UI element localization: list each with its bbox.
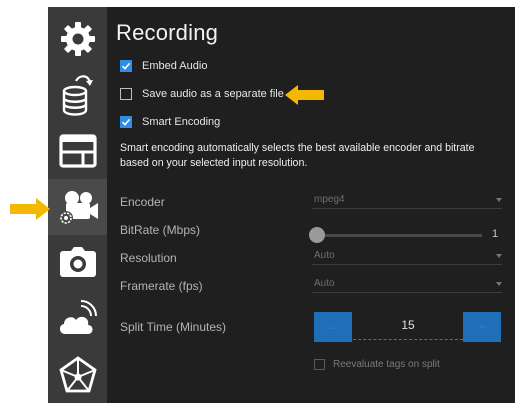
bitrate-slider-track[interactable] [312, 234, 482, 237]
layout-window-icon [58, 134, 97, 168]
smart-encoding-checkbox[interactable]: Smart Encoding [120, 116, 220, 128]
network-pentagon-icon [58, 356, 97, 393]
gear-icon [60, 22, 95, 56]
checkbox-checked-icon [120, 60, 132, 72]
encoder-value: mpeg4 [314, 194, 345, 205]
sidebar-item-cloud[interactable] [48, 291, 107, 347]
smart-encoding-description: Smart encoding automatically selects the… [120, 142, 475, 169]
sidebar [48, 7, 107, 403]
sidebar-item-storage[interactable] [48, 67, 107, 123]
reevaluate-tags-checkbox[interactable]: Reevaluate tags on split [314, 359, 440, 370]
database-upload-icon [62, 75, 93, 116]
sidebar-item-recording[interactable] [48, 179, 107, 235]
resolution-label: Resolution [120, 251, 177, 265]
split-time-label: Split Time (Minutes) [120, 320, 227, 334]
embed-audio-label: Embed Audio [142, 60, 208, 72]
page-title: Recording [116, 20, 219, 45]
camera-icon [59, 247, 96, 277]
chevron-down-icon [496, 254, 502, 258]
embed-audio-checkbox[interactable]: Embed Audio [120, 60, 207, 72]
reevaluate-tags-label: Reevaluate tags on split [333, 359, 440, 370]
sidebar-item-settings[interactable] [48, 11, 107, 67]
split-time-value[interactable]: 15 [353, 318, 463, 340]
annotation-arrow-left-icon [285, 85, 324, 105]
split-time-decrement-button[interactable]: – [314, 312, 352, 342]
smart-encoding-label: Smart Encoding [142, 116, 221, 128]
chevron-down-icon [496, 282, 502, 286]
recording-settings-panel: Recording Embed Audio Save audio as a se… [107, 7, 515, 403]
encoder-label: Encoder [120, 195, 165, 209]
video-camera-settings-icon [58, 191, 98, 225]
checkbox-checked-icon [120, 116, 132, 128]
settings-window: Recording Embed Audio Save audio as a se… [48, 7, 515, 403]
bitrate-label: BitRate (Mbps) [120, 223, 201, 237]
sidebar-item-snapshot[interactable] [48, 235, 107, 291]
resolution-value: Auto [314, 250, 335, 261]
split-time-increment-button[interactable]: + [463, 312, 501, 342]
bitrate-value: 1 [492, 228, 499, 240]
save-audio-separate-label: Save audio as a separate file [142, 88, 284, 100]
cloud-signal-icon [59, 300, 97, 334]
save-audio-separate-checkbox[interactable]: Save audio as a separate file [120, 88, 284, 100]
resolution-dropdown[interactable]: Auto [312, 247, 502, 265]
framerate-label: Framerate (fps) [120, 279, 203, 293]
framerate-value: Auto [314, 278, 335, 289]
encoder-dropdown[interactable]: mpeg4 [312, 191, 502, 209]
annotation-arrow-right-icon [10, 198, 50, 220]
chevron-down-icon [496, 198, 502, 202]
checkbox-unchecked-icon [314, 359, 325, 370]
bitrate-slider-thumb[interactable] [309, 227, 325, 243]
checkbox-unchecked-icon [120, 88, 132, 100]
sidebar-item-network[interactable] [48, 347, 107, 403]
sidebar-item-layout[interactable] [48, 123, 107, 179]
framerate-dropdown[interactable]: Auto [312, 275, 502, 293]
